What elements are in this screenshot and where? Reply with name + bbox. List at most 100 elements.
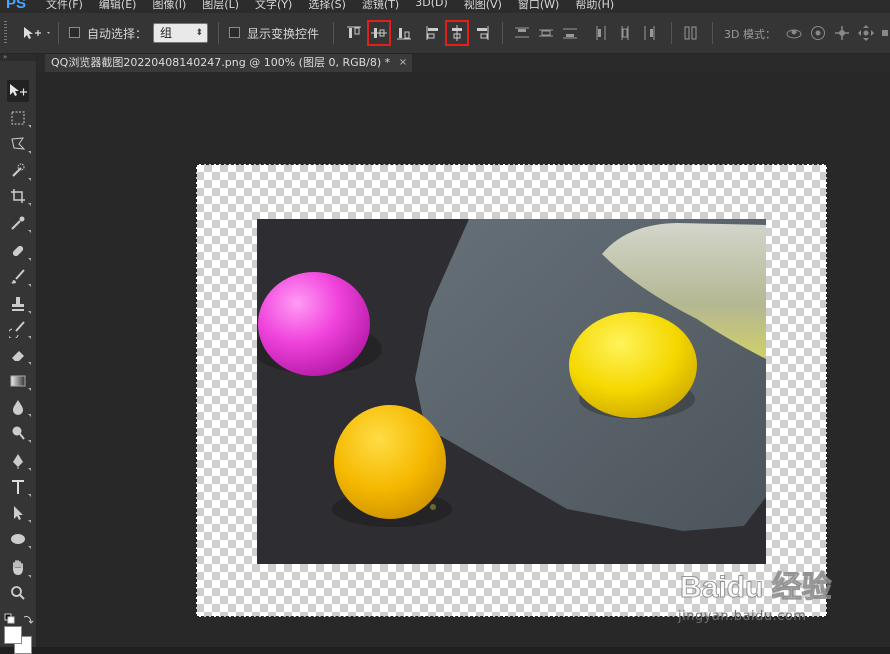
align-vertical-centers-button[interactable] bbox=[367, 20, 391, 46]
separator bbox=[333, 22, 334, 44]
align-bottom-edges-button[interactable] bbox=[394, 22, 414, 44]
align-right-edges-button[interactable] bbox=[472, 22, 492, 44]
dropdown-arrows-icon: ⬍ bbox=[195, 28, 203, 38]
distribute-bottom-button[interactable] bbox=[560, 22, 580, 44]
options-bar: 自动选择： 组 ⬍ 显示变换控件 3D 模式： bbox=[0, 13, 890, 54]
menu-select[interactable]: 选择(S) bbox=[308, 0, 346, 12]
quick-selection-icon bbox=[12, 163, 25, 177]
align-horizontal-centers-button[interactable] bbox=[445, 20, 469, 46]
quick-selection-tool[interactable] bbox=[7, 160, 31, 182]
options-grip[interactable] bbox=[4, 21, 7, 43]
show-transform-checkbox[interactable] bbox=[229, 27, 240, 38]
healing-brush-tool[interactable] bbox=[7, 240, 31, 262]
auto-select-checkbox[interactable] bbox=[69, 27, 80, 38]
distribute-right-button[interactable] bbox=[640, 22, 660, 44]
menu-type[interactable]: 文字(Y) bbox=[255, 0, 292, 12]
zoom-tool[interactable] bbox=[7, 582, 29, 604]
menu-view[interactable]: 视图(V) bbox=[464, 0, 502, 12]
eyedropper-icon bbox=[11, 216, 25, 230]
menu-help[interactable]: 帮助(H) bbox=[575, 0, 614, 12]
align-left-edges-button[interactable] bbox=[423, 22, 443, 44]
menu-filter[interactable]: 滤镜(T) bbox=[362, 0, 399, 12]
document-title: QQ浏览器截图20220408140247.png @ 100% (图层 0, … bbox=[51, 56, 391, 69]
distribute-horizontal-center-icon bbox=[621, 26, 629, 40]
dodge-tool[interactable] bbox=[7, 422, 31, 444]
3d-slide-icon bbox=[858, 25, 874, 41]
marquee-tool[interactable] bbox=[7, 107, 31, 129]
auto-select-dropdown[interactable]: 组 ⬍ bbox=[153, 23, 208, 43]
align-horizontal-center-icon bbox=[452, 25, 462, 41]
stamp-icon bbox=[12, 297, 24, 311]
3d-pan-icon bbox=[835, 26, 849, 40]
menu-image[interactable]: 图像(I) bbox=[152, 0, 186, 12]
gradient-icon bbox=[10, 375, 26, 387]
move-tool-icon bbox=[24, 27, 50, 39]
3d-scale-button[interactable] bbox=[880, 24, 890, 42]
rectangle-marquee-icon bbox=[11, 111, 25, 125]
3d-mode-label: 3D 模式： bbox=[724, 28, 776, 41]
distribute-left-button[interactable] bbox=[591, 22, 611, 44]
separator bbox=[502, 22, 503, 44]
distribute-top-icon bbox=[515, 27, 529, 38]
tools-panel: » bbox=[0, 54, 37, 647]
document-tab[interactable]: QQ浏览器截图20220408140247.png @ 100% (图层 0, … bbox=[45, 54, 413, 72]
foreground-color-swatch[interactable] bbox=[4, 626, 22, 644]
eraser-tool[interactable] bbox=[7, 344, 31, 366]
close-icon[interactable]: × bbox=[399, 54, 407, 72]
dodge-icon bbox=[12, 426, 25, 440]
move-tool[interactable] bbox=[7, 80, 29, 102]
tool-preset-picker[interactable] bbox=[22, 24, 52, 42]
distribute-vertical-center-button[interactable] bbox=[536, 22, 556, 44]
distribute-bottom-icon bbox=[563, 28, 577, 39]
blur-tool[interactable] bbox=[7, 396, 31, 418]
eyedropper-tool[interactable] bbox=[7, 212, 31, 234]
distribute-left-icon bbox=[596, 26, 606, 40]
document-tab-bar: QQ浏览器截图20220408140247.png @ 100% (图层 0, … bbox=[37, 54, 890, 72]
auto-align-icon bbox=[684, 26, 697, 40]
ellipse-tool[interactable] bbox=[7, 528, 31, 550]
clone-stamp-tool[interactable] bbox=[7, 293, 31, 315]
distribute-vertical-center-icon bbox=[539, 29, 553, 37]
swap-colors-button[interactable] bbox=[22, 610, 34, 624]
menu-edit[interactable]: 编辑(E) bbox=[99, 0, 137, 12]
brush-icon bbox=[11, 269, 25, 284]
default-colors-icon bbox=[4, 613, 15, 624]
distribute-horizontal-center-button[interactable] bbox=[615, 22, 635, 44]
menu-file[interactable]: 文件(F) bbox=[46, 0, 83, 12]
auto-align-layers-button[interactable] bbox=[681, 22, 701, 44]
history-brush-icon bbox=[9, 321, 25, 338]
align-vertical-center-icon bbox=[371, 28, 387, 38]
3d-scale-icon bbox=[882, 30, 888, 36]
align-right-icon bbox=[477, 26, 489, 40]
3d-pan-button[interactable] bbox=[833, 24, 851, 42]
crop-icon bbox=[11, 189, 25, 203]
3d-orbit-button[interactable] bbox=[785, 24, 803, 42]
type-tool[interactable] bbox=[7, 476, 31, 498]
align-bottom-icon bbox=[397, 28, 411, 40]
path-selection-icon bbox=[14, 506, 23, 520]
brush-tool[interactable] bbox=[7, 266, 31, 288]
menu-layer[interactable]: 图层(L) bbox=[202, 0, 239, 12]
align-top-edges-button[interactable] bbox=[344, 22, 364, 44]
hand-tool[interactable] bbox=[7, 557, 31, 579]
show-transform-label: 显示变换控件 bbox=[247, 27, 320, 41]
distribute-top-button[interactable] bbox=[512, 22, 532, 44]
separator bbox=[671, 22, 672, 44]
crop-tool[interactable] bbox=[7, 185, 31, 207]
history-brush-tool[interactable] bbox=[7, 318, 31, 340]
auto-select-label: 自动选择： bbox=[87, 27, 148, 41]
lasso-tool[interactable] bbox=[7, 133, 31, 155]
menu-3d[interactable]: 3D(D) bbox=[415, 0, 448, 12]
3d-slide-button[interactable] bbox=[857, 24, 875, 42]
polygonal-lasso-icon bbox=[11, 137, 26, 150]
move-icon bbox=[10, 84, 27, 96]
menu-window[interactable]: 窗口(W) bbox=[518, 0, 559, 12]
path-selection-tool[interactable] bbox=[7, 502, 31, 524]
pen-tool[interactable] bbox=[7, 450, 31, 472]
auto-select-value: 组 bbox=[160, 26, 173, 40]
3d-roll-button[interactable] bbox=[809, 24, 827, 42]
separator bbox=[58, 22, 59, 44]
tools-collapse-icon[interactable]: » bbox=[0, 54, 36, 61]
default-colors-button[interactable] bbox=[4, 610, 16, 624]
gradient-tool[interactable] bbox=[7, 370, 31, 392]
